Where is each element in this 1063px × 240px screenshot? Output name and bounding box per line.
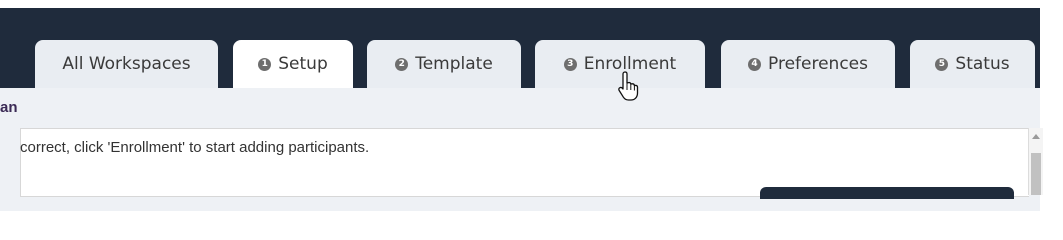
tab-label: Template [415,54,493,74]
tab-template[interactable]: 2 Template [367,40,521,88]
tab-bar: All Workspaces 1 Setup 2 Template 3 Enro… [0,40,1040,88]
tab-setup[interactable]: 1 Setup [233,40,353,88]
tab-label: Status [955,54,1010,74]
section-heading: an [0,99,18,116]
tab-preferences[interactable]: 4 Preferences [721,40,895,88]
scrollbar-thumb[interactable] [1031,153,1041,195]
tab-label: Setup [278,54,328,74]
hand-pointer-icon [618,71,639,101]
tab-label: All Workspaces [62,54,191,74]
step-number-badge: 1 [258,57,272,71]
action-button-partial[interactable] [760,187,1014,199]
step-number-badge: 5 [935,57,949,71]
app-window: All Workspaces 1 Setup 2 Template 3 Enro… [0,0,1063,211]
vertical-scrollbar[interactable] [1028,128,1043,195]
tab-status[interactable]: 5 Status [910,40,1035,88]
step-number-badge: 4 [748,57,761,71]
tab-label: Preferences [768,54,868,74]
step-number-badge: 2 [395,57,409,71]
instruction-message: correct, click 'Enrollment' to start add… [20,139,370,156]
step-number-badge: 3 [563,57,577,71]
scroll-up-arrow-icon[interactable] [1032,134,1040,139]
tab-all-workspaces[interactable]: All Workspaces [35,40,218,88]
